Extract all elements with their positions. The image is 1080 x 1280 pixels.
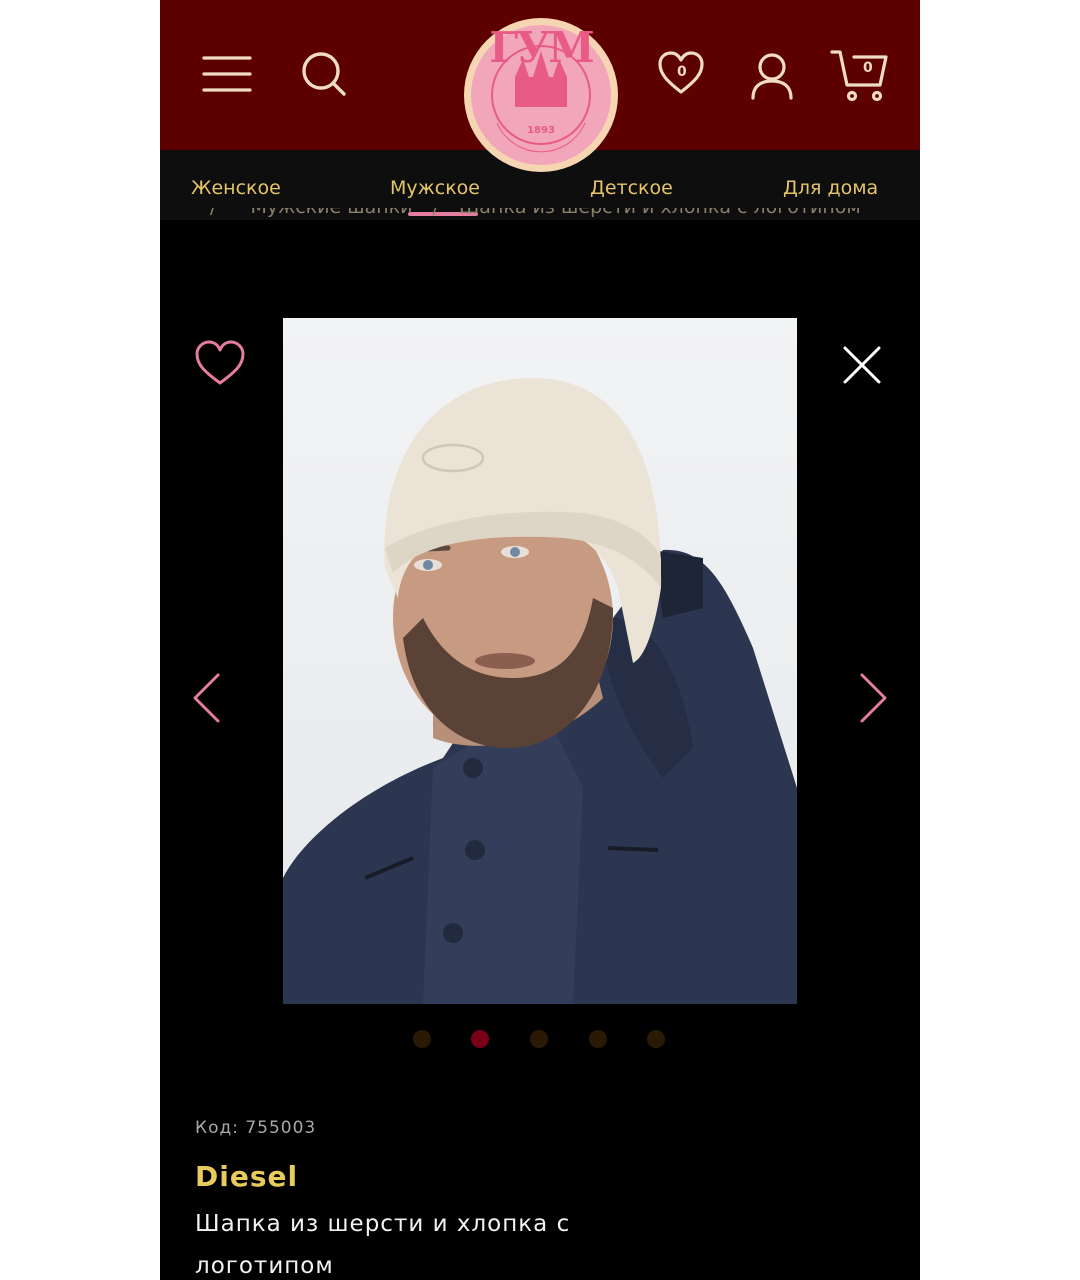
chevron-left-icon[interactable] <box>190 672 224 728</box>
wishlist-count: 0 <box>677 64 687 80</box>
gallery-dot[interactable] <box>530 1030 548 1048</box>
gallery-dot[interactable] <box>589 1030 607 1048</box>
product-name: Шапка из шерсти и хлопка с логотипом <box>195 1211 571 1279</box>
product-photo-illustration <box>283 318 797 1004</box>
product-brand[interactable]: Diesel <box>195 1160 298 1193</box>
user-icon[interactable] <box>750 52 794 100</box>
nav-item-men[interactable]: Мужское <box>390 177 480 199</box>
gallery-dot-active[interactable] <box>471 1030 489 1048</box>
search-icon[interactable] <box>300 50 348 98</box>
logo-wordmark: ГУМ <box>489 23 595 72</box>
logo-year: 1893 <box>527 125 555 136</box>
wishlist-heart-icon[interactable] <box>194 340 246 390</box>
nav-item-women[interactable]: Женское <box>191 177 281 199</box>
gallery-dot[interactable] <box>413 1030 431 1048</box>
cart-icon[interactable] <box>830 47 890 103</box>
nav-item-kids[interactable]: Детское <box>590 177 673 199</box>
site-header: ГУМ 1893 0 0 <box>160 0 920 172</box>
chevron-right-icon[interactable] <box>856 672 890 728</box>
breadcrumb-separator: / <box>433 208 439 218</box>
product-photo[interactable] <box>283 318 797 1004</box>
menu-icon[interactable] <box>202 54 252 94</box>
close-icon[interactable] <box>842 345 882 389</box>
breadcrumb-item[interactable]: Мужские шапки <box>250 208 412 218</box>
cart-count: 0 <box>863 60 873 76</box>
gallery-pagination <box>413 1030 673 1050</box>
gallery-dot[interactable] <box>647 1030 665 1048</box>
app-screen: ГУМ 1893 0 0 Женское Мужское Детское Для… <box>160 0 920 1280</box>
product-code: Код: 755003 <box>195 1118 317 1138</box>
gum-logo[interactable]: ГУМ 1893 <box>463 7 619 173</box>
nav-item-home[interactable]: Для дома <box>783 177 878 199</box>
breadcrumb-separator: / <box>210 208 216 218</box>
breadcrumb: / Мужские шапки / Шапка из шерсти и хлоп… <box>210 208 890 228</box>
breadcrumb-item[interactable]: Шапка из шерсти и хлопка с логотипом <box>459 208 861 218</box>
